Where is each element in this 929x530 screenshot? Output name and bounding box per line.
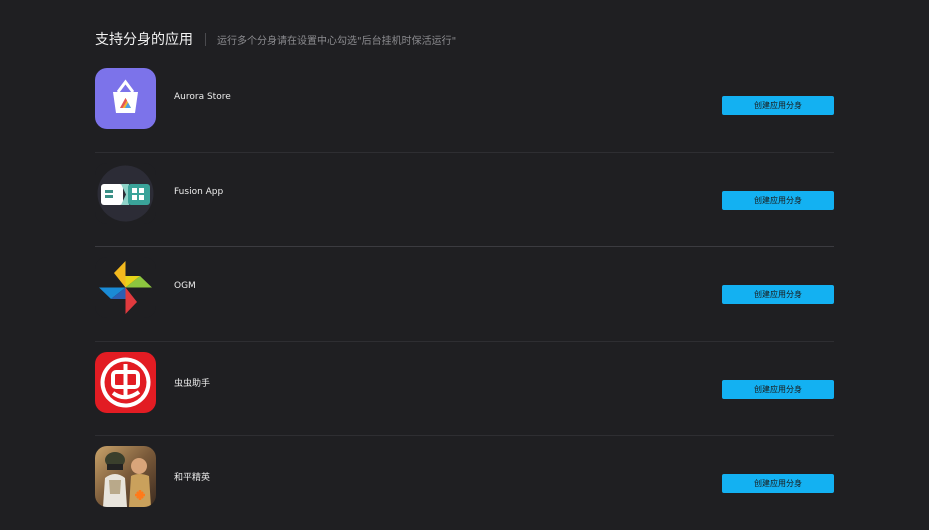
list-item: 和平精英 创建应用分身 [95, 436, 834, 530]
app-name: OGM [174, 281, 196, 291]
list-item: Aurora Store 创建应用分身 [95, 58, 834, 153]
list-item: OGM 创建应用分身 [95, 247, 834, 342]
chongchong-helper-icon [95, 351, 156, 413]
peace-elite-game-icon [95, 446, 156, 507]
create-clone-button[interactable]: 创建应用分身 [722, 474, 834, 493]
header-divider [205, 32, 206, 46]
create-clone-button[interactable]: 创建应用分身 [722, 379, 834, 399]
page-subtitle: 运行多个分身请在设置中心勾选"后台挂机时保活运行" [217, 35, 457, 47]
fusion-app-icon [95, 162, 156, 224]
app-name: Fusion App [174, 186, 224, 197]
aurora-store-icon [95, 68, 156, 129]
list-item: 虫虫助手 创建应用分身 [95, 342, 834, 436]
app-name: 虫虫助手 [174, 378, 211, 389]
ogm-pinwheel-icon [95, 257, 156, 318]
app-name: 和平精英 [174, 473, 211, 483]
create-clone-button[interactable]: 创建应用分身 [722, 96, 834, 115]
create-clone-button[interactable]: 创建应用分身 [722, 190, 834, 210]
create-clone-button[interactable]: 创建应用分身 [722, 285, 834, 304]
list-item: Fusion App 创建应用分身 [95, 153, 834, 247]
page-title: 支持分身的应用 [95, 32, 193, 48]
app-name: Aurora Store [174, 92, 231, 102]
app-list: Aurora Store 创建应用分身 Fusion App 创建应用分身 OG… [95, 58, 834, 530]
page-header: 支持分身的应用 运行多个分身请在设置中心勾选"后台挂机时保活运行" [95, 28, 456, 50]
